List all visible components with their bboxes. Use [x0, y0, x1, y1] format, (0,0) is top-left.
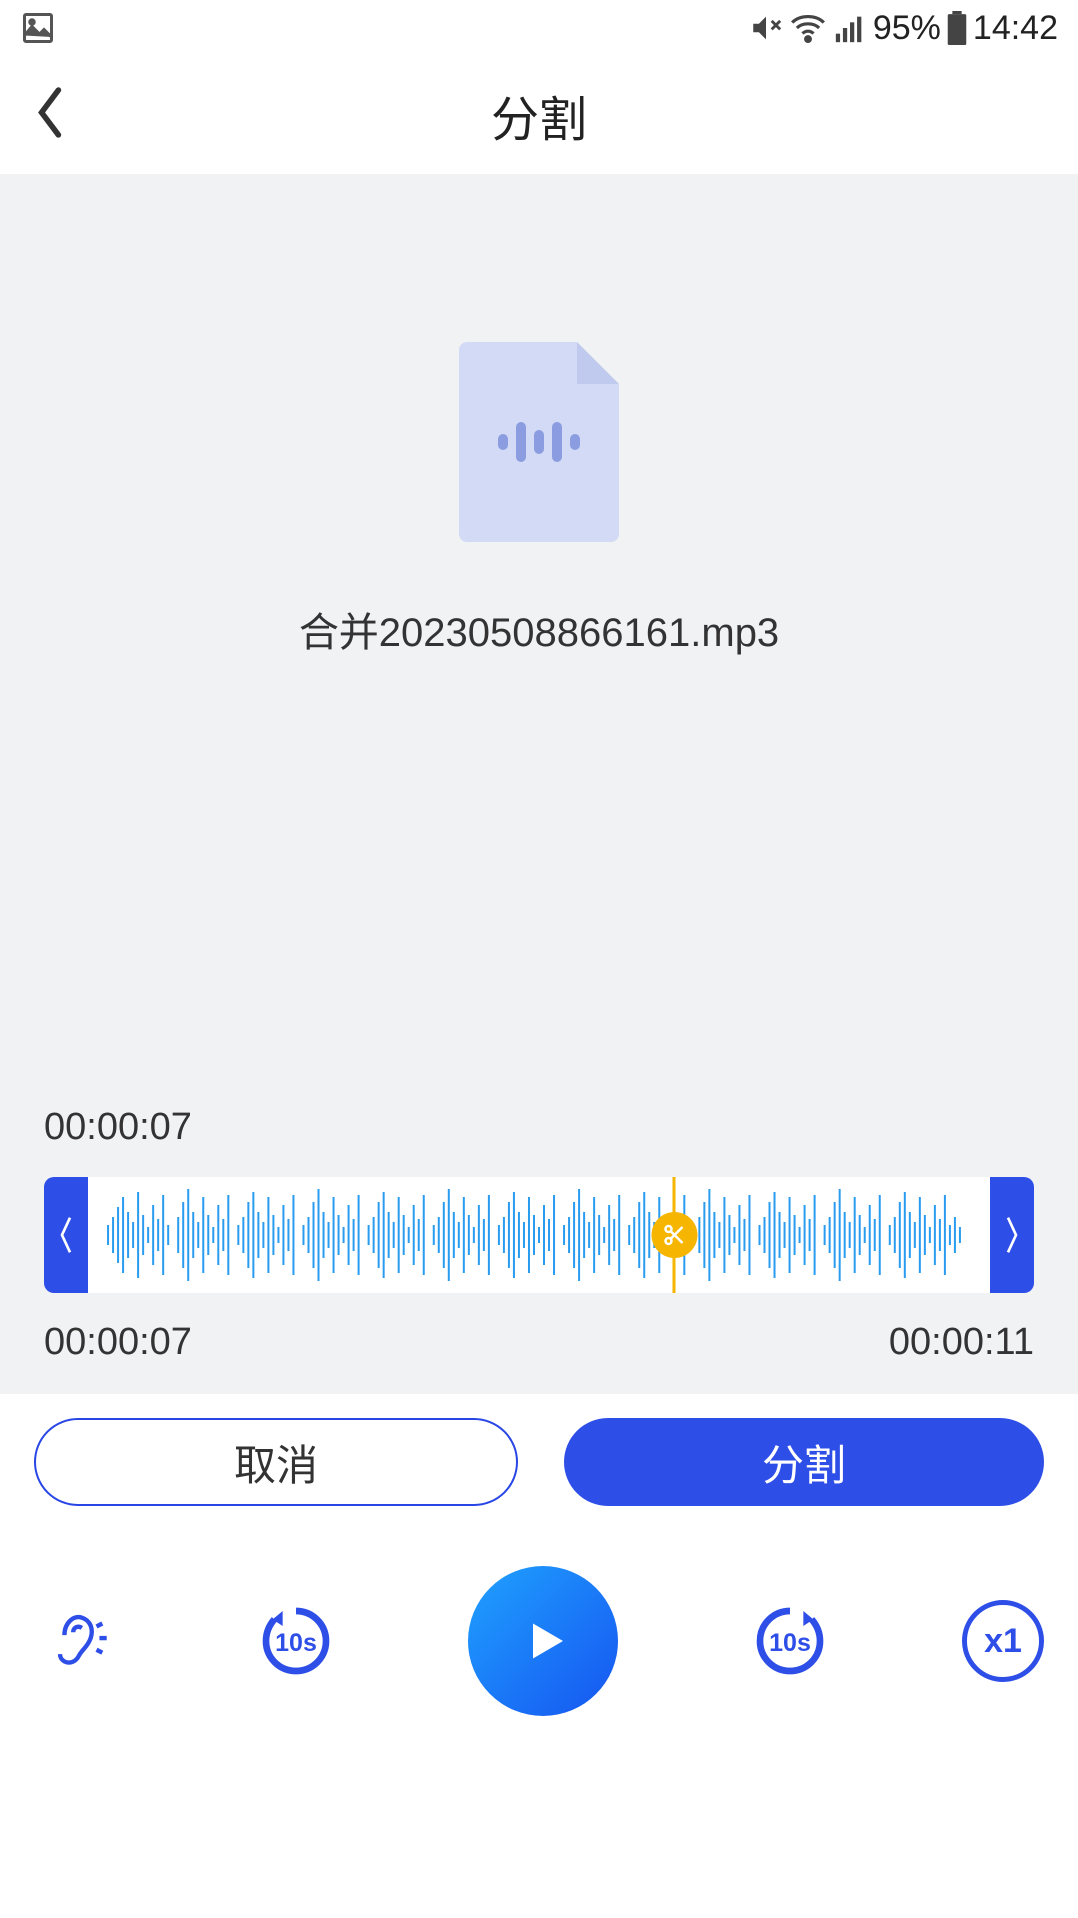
- waveform-handle-left[interactable]: [44, 1177, 88, 1293]
- chevron-left-icon: [32, 85, 68, 141]
- audio-file-icon: [459, 342, 619, 542]
- ear-icon: [44, 1606, 114, 1676]
- status-left: [20, 10, 56, 46]
- cancel-button[interactable]: 取消: [34, 1418, 518, 1506]
- listen-button[interactable]: [34, 1596, 124, 1686]
- waveform-container[interactable]: [44, 1177, 1034, 1293]
- forward-icon: 10s: [750, 1601, 830, 1681]
- signal-icon: [833, 11, 867, 45]
- audio-wave-icon: [498, 422, 580, 462]
- rewind-10s-button[interactable]: 10s: [251, 1596, 341, 1686]
- wifi-icon: [789, 9, 827, 47]
- waveform-handle-right[interactable]: [990, 1177, 1034, 1293]
- back-button[interactable]: [32, 85, 68, 146]
- rewind-icon: 10s: [256, 1601, 336, 1681]
- play-button[interactable]: [468, 1566, 618, 1716]
- svg-text:10s: 10s: [769, 1629, 811, 1657]
- waveform-section: 00:00:07: [0, 1106, 1078, 1394]
- status-bar: 95% 14:42: [0, 0, 1078, 56]
- filename-label: 合并20230508866161.mp3: [299, 600, 779, 658]
- split-marker-badge: [651, 1212, 697, 1258]
- clock-time: 14:42: [973, 9, 1058, 48]
- time-labels-bottom: 00:00:07 00:00:11: [44, 1321, 1034, 1364]
- battery-percent: 95%: [873, 9, 941, 48]
- speed-button[interactable]: x1: [962, 1600, 1044, 1682]
- split-marker[interactable]: [673, 1177, 676, 1293]
- file-fold-corner: [577, 342, 619, 384]
- page-title: 分割: [0, 80, 1078, 150]
- status-right: 95% 14:42: [749, 9, 1058, 48]
- split-button[interactable]: 分割: [564, 1418, 1044, 1506]
- scissors-icon: [662, 1223, 686, 1247]
- speed-label: x1: [984, 1622, 1022, 1661]
- start-time-label: 00:00:07: [44, 1321, 192, 1364]
- svg-text:10s: 10s: [275, 1629, 317, 1657]
- waveform-body[interactable]: [88, 1177, 990, 1293]
- action-buttons: 取消 分割: [0, 1394, 1078, 1506]
- current-time-label: 00:00:07: [44, 1106, 1034, 1149]
- battery-icon: [947, 11, 967, 45]
- app-bar: 分割: [0, 56, 1078, 174]
- mute-icon: [749, 11, 783, 45]
- chevron-right-icon: [1004, 1215, 1020, 1255]
- play-icon: [513, 1611, 573, 1671]
- forward-10s-button[interactable]: 10s: [745, 1596, 835, 1686]
- end-time-label: 00:00:11: [889, 1321, 1034, 1364]
- waveform-visualization: [88, 1177, 990, 1293]
- content-area: 合并20230508866161.mp3: [0, 174, 1078, 1106]
- chevron-left-icon: [58, 1215, 74, 1255]
- player-controls: 10s 10s x1: [0, 1506, 1078, 1716]
- picture-icon: [20, 10, 56, 46]
